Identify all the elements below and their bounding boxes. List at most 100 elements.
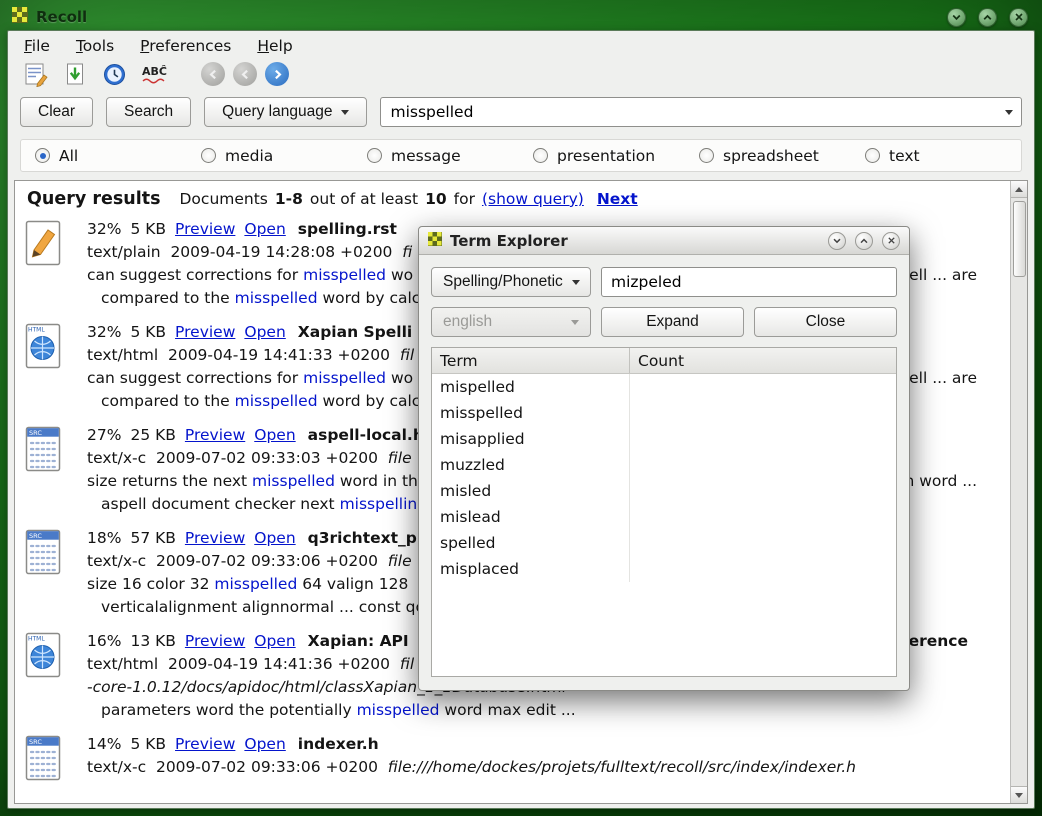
snippet-fragment: ell ... are — [909, 264, 977, 287]
preview-link[interactable]: Preview — [175, 735, 235, 753]
filter-radio-presentation[interactable]: presentation — [533, 147, 699, 165]
filter-radio-spreadsheet[interactable]: spreadsheet — [699, 147, 865, 165]
clear-button[interactable]: Clear — [20, 97, 93, 127]
documents-label: Documents — [180, 190, 268, 208]
svg-text:SRC: SRC — [29, 738, 42, 746]
close-icon — [1014, 12, 1024, 22]
open-link[interactable]: Open — [244, 323, 285, 341]
scrollbar-thumb[interactable] — [1013, 201, 1026, 277]
sort-by-date-icon-button[interactable] — [100, 61, 129, 87]
results-scrollbar[interactable] — [1010, 181, 1027, 803]
term-table-header[interactable]: Term Count — [432, 348, 896, 374]
title-fragment: erence — [909, 630, 968, 653]
table-document-icon — [24, 62, 49, 87]
results-header: Query results Documents 1-8 out of at le… — [25, 185, 1005, 218]
unshade-button[interactable] — [978, 8, 997, 27]
close-button[interactable] — [1009, 8, 1028, 27]
open-link[interactable]: Open — [254, 426, 295, 444]
menu-tools[interactable]: Tools — [76, 37, 114, 55]
expand-mode-dropdown[interactable]: Spelling/Phonetic — [431, 267, 591, 297]
close-icon — [887, 236, 896, 245]
results-title: Query results — [27, 189, 161, 209]
term-row[interactable]: misled — [432, 478, 896, 504]
scroll-down-button[interactable] — [1011, 786, 1028, 803]
html-file-icon: HTML — [25, 630, 75, 722]
expand-button[interactable]: Expand — [601, 307, 744, 337]
open-link[interactable]: Open — [244, 220, 285, 238]
show-query-link[interactable]: (show query) — [482, 190, 584, 208]
dialog-close-button[interactable] — [882, 232, 900, 250]
filter-label: presentation — [557, 147, 655, 165]
window-titlebar: Recoll — [12, 5, 1030, 29]
middle-label: out of at least — [310, 190, 418, 208]
menu-file[interactable]: File — [24, 37, 50, 55]
save-results-icon-button[interactable] — [61, 61, 90, 87]
term-explorer-icon-button[interactable]: ABĈ — [139, 61, 175, 87]
first-page-button[interactable] — [201, 62, 225, 86]
svg-text:ABĈ: ABĈ — [142, 65, 167, 78]
radio-icon — [865, 148, 880, 163]
scroll-up-button[interactable] — [1011, 181, 1028, 198]
html-file-icon: HTML — [25, 321, 75, 413]
result-title: indexer.h — [298, 735, 379, 753]
arrow-up-icon — [1015, 187, 1023, 192]
open-link[interactable]: Open — [244, 735, 285, 753]
next-page-link[interactable]: Next — [597, 190, 638, 208]
dialog-titlebar[interactable]: Term Explorer — [419, 227, 909, 255]
term-row[interactable]: misplaced — [432, 556, 896, 582]
recoll-app-icon — [428, 232, 442, 250]
shade-button[interactable] — [947, 8, 966, 27]
filter-radio-media[interactable]: media — [201, 147, 367, 165]
search-input[interactable] — [380, 97, 1022, 127]
menu-help[interactable]: Help — [257, 37, 292, 55]
query-language-dropdown[interactable]: Query language — [204, 97, 367, 127]
dialog-title: Term Explorer — [450, 232, 568, 250]
arrow-left-icon — [240, 69, 251, 80]
dialog-controls — [828, 232, 900, 250]
preview-link[interactable]: Preview — [185, 632, 245, 650]
dialog-unshade-button[interactable] — [855, 232, 873, 250]
count-column-header[interactable]: Count — [630, 352, 692, 370]
history-nav-group — [201, 62, 289, 86]
open-link[interactable]: Open — [254, 632, 295, 650]
text-file-icon — [25, 218, 75, 310]
preview-link[interactable]: Preview — [185, 529, 245, 547]
filter-label: media — [225, 147, 273, 165]
term-row[interactable]: mislead — [432, 504, 896, 530]
term-row[interactable]: misapplied — [432, 426, 896, 452]
search-button[interactable]: Search — [106, 97, 191, 127]
documents-total: 10 — [425, 190, 447, 208]
dialog-close-action-button[interactable]: Close — [754, 307, 897, 337]
menu-preferences[interactable]: Preferences — [140, 37, 231, 55]
desktop: Recoll File Tools Preferences Help — [0, 0, 1042, 816]
previous-page-button[interactable] — [233, 62, 257, 86]
radio-icon — [201, 148, 216, 163]
open-link[interactable]: Open — [254, 529, 295, 547]
language-dropdown: english — [431, 307, 591, 337]
table-document-icon-button[interactable] — [22, 61, 51, 87]
term-row[interactable]: muzzled — [432, 452, 896, 478]
filter-radio-all[interactable]: All — [35, 147, 201, 165]
menubar: File Tools Preferences Help — [8, 31, 1034, 59]
filter-radio-message[interactable]: message — [367, 147, 533, 165]
term-row[interactable]: misspelled — [432, 400, 896, 426]
relevance-percent: 32% — [87, 323, 121, 341]
source-file-icon: SRC — [25, 527, 75, 619]
term-column-header[interactable]: Term — [432, 348, 630, 373]
dialog-shade-button[interactable] — [828, 232, 846, 250]
chevron-down-icon[interactable] — [1005, 110, 1013, 115]
preview-link[interactable]: Preview — [185, 426, 245, 444]
query-language-label: Query language — [222, 103, 332, 121]
recoll-app-icon — [12, 7, 28, 27]
next-page-button[interactable] — [265, 62, 289, 86]
result-title: Xapian Spelli — [298, 323, 412, 341]
chevron-down-icon — [341, 110, 349, 115]
filter-radio-text[interactable]: text — [865, 147, 920, 165]
preview-link[interactable]: Preview — [175, 323, 235, 341]
term-row[interactable]: spelled — [432, 530, 896, 556]
preview-link[interactable]: Preview — [175, 220, 235, 238]
term-input[interactable] — [601, 267, 897, 297]
chevron-up-icon — [859, 236, 869, 246]
term-row[interactable]: mispelled — [432, 374, 896, 400]
arrow-left-icon — [208, 69, 219, 80]
